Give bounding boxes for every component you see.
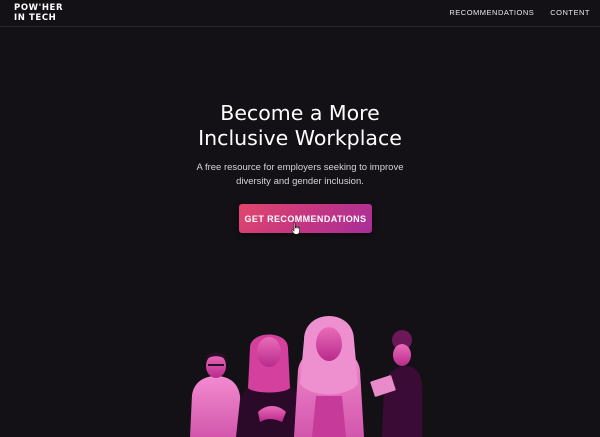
logo[interactable]: POW'HER IN TECH xyxy=(14,3,63,23)
nav-link-content[interactable]: CONTENT xyxy=(550,8,590,17)
hero-title: Become a More Inclusive Workplace xyxy=(0,101,600,151)
hero-subtitle: A free resource for employers seeking to… xyxy=(0,161,600,189)
hero-subtitle-line-2: diversity and gender inclusion. xyxy=(236,176,364,187)
team-photo-illustration xyxy=(190,316,422,437)
person-man-left xyxy=(190,352,242,437)
logo-line-2: IN TECH xyxy=(14,12,57,23)
nav-links: RECOMMENDATIONS CONTENT xyxy=(449,8,590,17)
nav-link-recommendations[interactable]: RECOMMENDATIONS xyxy=(449,8,534,17)
navbar: POW'HER IN TECH RECOMMENDATIONS CONTENT xyxy=(0,0,600,27)
get-recommendations-button[interactable]: GET RECOMMENDATIONS xyxy=(239,204,372,233)
hero-title-line-2: Inclusive Workplace xyxy=(198,126,402,150)
hero-title-line-1: Become a More xyxy=(220,101,380,125)
hand-pointer-cursor-icon xyxy=(291,222,300,235)
person-woman-hijab xyxy=(294,316,364,437)
person-woman-right xyxy=(370,330,422,437)
person-woman-redhair xyxy=(236,334,302,437)
hero-subtitle-line-1: A free resource for employers seeking to… xyxy=(196,162,404,173)
